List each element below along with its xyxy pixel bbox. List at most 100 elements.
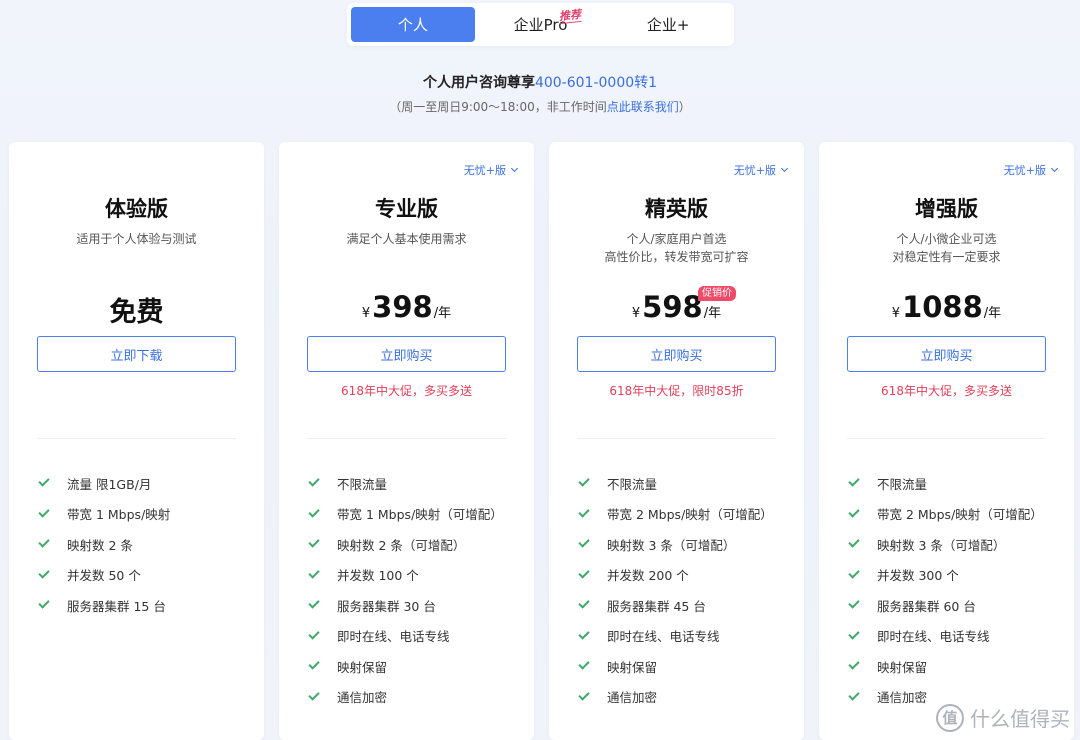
feature-item: 并发数 200 个 bbox=[577, 560, 773, 591]
price-currency: ¥ bbox=[361, 306, 371, 321]
recommend-tag: 推荐 bbox=[558, 7, 582, 25]
feature-item: 通信加密 bbox=[307, 682, 503, 713]
variant-dropdown[interactable]: 无忧+版 bbox=[734, 162, 789, 178]
feature-item: 带宽 1 Mbps/映射 bbox=[37, 499, 170, 530]
plan-card: 无忧+版 精英版 个人/家庭用户首选 高性价比，转发带宽可扩容 ¥598/年 促销价 立即购… bbox=[549, 142, 804, 740]
feature-text: 映射数 2 条（可增配） bbox=[337, 537, 466, 553]
description-line: 对稳定性有一定要求 bbox=[892, 250, 1001, 264]
phone-number[interactable]: 400-601-0000转1 bbox=[535, 75, 657, 91]
feature-text: 映射数 3 条（可增配） bbox=[607, 537, 736, 553]
chevron-down-icon bbox=[510, 164, 519, 173]
check-icon bbox=[578, 567, 590, 579]
feature-text: 映射保留 bbox=[877, 659, 928, 675]
feature-list: 不限流量带宽 2 Mbps/映射（可增配） 映射数 3 条（可增配） 并发数 300… bbox=[847, 468, 1043, 712]
variant-dropdown[interactable]: 无忧+版 bbox=[463, 162, 519, 178]
check-icon bbox=[578, 597, 590, 609]
feature-text: 服务器集群 30 台 bbox=[337, 598, 436, 614]
contact-line: 个人用户咨询尊享400-601-0000转1 bbox=[0, 72, 1080, 92]
check-icon bbox=[848, 628, 860, 640]
feature-text: 并发数 300 个 bbox=[877, 568, 959, 584]
contact-us-link[interactable]: 点此联系我们 bbox=[607, 100, 679, 114]
price-amount: 398 bbox=[372, 290, 433, 324]
feature-item: 即时在线、电话专线 bbox=[577, 621, 773, 652]
variant-dropdown[interactable]: 无忧+版 bbox=[1004, 162, 1059, 178]
plan-description: 满足个人基本使用需求 bbox=[279, 230, 534, 248]
divider bbox=[577, 438, 776, 439]
watermark: 值 什么值得买 bbox=[936, 703, 1070, 732]
feature-item: 服务器集群 30 台 bbox=[307, 590, 503, 621]
check-icon bbox=[308, 567, 320, 579]
check-icon bbox=[38, 475, 50, 487]
chevron-down-icon bbox=[780, 164, 789, 173]
variant-label: 无忧+版 bbox=[463, 164, 506, 177]
buy-button[interactable]: 立即购买 bbox=[847, 336, 1046, 372]
description-line: 适用于个人体验与测试 bbox=[76, 232, 197, 246]
feature-item: 映射数 3 条（可增配） bbox=[577, 529, 773, 560]
feature-text: 并发数 200 个 bbox=[607, 568, 689, 584]
pricing-cards: 体验版 适用于个人体验与测试 免费 立即下载 流量 限1GB/月 带宽 1 Mbps/映射… bbox=[9, 142, 1074, 740]
feature-text: 服务器集群 45 台 bbox=[607, 598, 706, 614]
feature-item: 映射数 3 条（可增配） bbox=[847, 529, 1043, 560]
check-icon bbox=[848, 506, 860, 518]
plan-price: ¥398/年 bbox=[279, 290, 534, 324]
check-icon bbox=[578, 506, 590, 518]
feature-text: 即时在线、电话专线 bbox=[877, 629, 990, 645]
buy-button[interactable]: 立即购买 bbox=[577, 336, 776, 372]
feature-item: 并发数 100 个 bbox=[307, 560, 503, 591]
feature-text: 通信加密 bbox=[877, 690, 928, 706]
plan-card: 无忧+版 专业版 满足个人基本使用需求 ¥398/年 立即购买 618年中大促，多买多送不… bbox=[279, 142, 534, 740]
tab-enterprise-plus[interactable]: 企业+ bbox=[606, 7, 730, 42]
download-button[interactable]: 立即下载 bbox=[37, 336, 236, 372]
feature-item: 映射保留 bbox=[847, 651, 1043, 682]
feature-text: 映射保留 bbox=[337, 659, 388, 675]
plan-category-tabs: 个人 企业Pro 推荐 企业+ bbox=[347, 3, 734, 46]
feature-item: 带宽 2 Mbps/映射（可增配） bbox=[847, 499, 1043, 530]
check-icon bbox=[578, 658, 590, 670]
contact-info: 个人用户咨询尊享400-601-0000转1 （周一至周日9:00～18:00，… bbox=[0, 72, 1080, 115]
feature-list: 不限流量 带宽 2 Mbps/映射（可增配） 映射数 3 条（可增配） 并发数 200… bbox=[577, 468, 773, 712]
plan-description: 个人/小微企业可选 对稳定性有一定要求 bbox=[819, 230, 1074, 266]
feature-text: 带宽 2 Mbps/映射（可增配） bbox=[877, 507, 1043, 523]
feature-item: 服务器集群 60 台 bbox=[847, 590, 1043, 621]
promo-text: 618年中大促，多买多送 bbox=[881, 384, 1012, 398]
feature-item: 映射保留 bbox=[307, 651, 503, 682]
tab-personal[interactable]: 个人 bbox=[351, 7, 475, 42]
chevron-down-icon bbox=[1050, 164, 1059, 173]
feature-text: 通信加密 bbox=[337, 690, 388, 706]
feature-text: 服务器集群 60 台 bbox=[877, 598, 976, 614]
plan-price: ¥598/年 bbox=[549, 290, 804, 324]
check-icon bbox=[308, 536, 320, 548]
feature-text: 带宽 1 Mbps/映射（可增配） bbox=[337, 507, 503, 523]
feature-text: 通信加密 bbox=[607, 690, 658, 706]
check-icon bbox=[308, 658, 320, 670]
tab-enterprise-pro[interactable]: 企业Pro 推荐 bbox=[479, 7, 603, 42]
check-icon bbox=[578, 475, 590, 487]
feature-item: 并发数 50 个 bbox=[37, 560, 170, 591]
feature-item: 即时在线、电话专线 bbox=[847, 621, 1043, 652]
feature-text: 不限流量 bbox=[877, 476, 928, 492]
description-line: 个人/家庭用户首选 bbox=[626, 232, 727, 246]
check-icon bbox=[848, 567, 860, 579]
check-icon bbox=[308, 597, 320, 609]
divider bbox=[307, 438, 506, 439]
feature-text: 并发数 50 个 bbox=[67, 568, 141, 584]
check-icon bbox=[578, 536, 590, 548]
check-icon bbox=[308, 475, 320, 487]
feature-text: 不限流量 bbox=[607, 476, 658, 492]
watermark-logo-icon: 值 bbox=[936, 703, 964, 732]
feature-item: 映射保留 bbox=[577, 651, 773, 682]
buy-button[interactable]: 立即购买 bbox=[307, 336, 506, 372]
plan-description: 适用于个人体验与测试 bbox=[9, 230, 264, 248]
check-icon bbox=[308, 506, 320, 518]
contact-text: 个人用户咨询尊享 bbox=[422, 75, 535, 91]
plan-description: 个人/家庭用户首选 高性价比，转发带宽可扩容 bbox=[549, 230, 804, 266]
check-icon bbox=[578, 628, 590, 640]
price-unit: /年 bbox=[983, 306, 1002, 321]
plan-price: 免费 bbox=[9, 290, 264, 329]
feature-item: 即时在线、电话专线 bbox=[307, 621, 503, 652]
promo-text: 618年中大促，多买多送 bbox=[341, 384, 472, 398]
feature-item: 流量 限1GB/月 bbox=[37, 468, 170, 499]
feature-item: 通信加密 bbox=[577, 682, 773, 713]
feature-list: 不限流量 带宽 1 Mbps/映射（可增配） 映射数 2 条（可增配） 并发数 100… bbox=[307, 468, 503, 712]
check-icon bbox=[848, 658, 860, 670]
